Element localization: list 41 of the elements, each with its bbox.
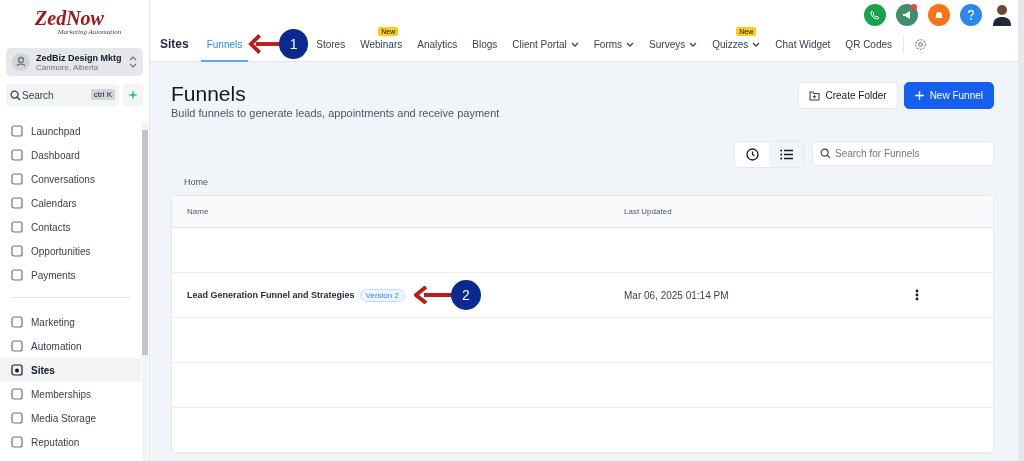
nav-tab[interactable]: QR Codes [845, 26, 893, 62]
new-funnel-button[interactable]: New Funnel [903, 82, 994, 109]
version-tag: Version 2 [359, 288, 405, 302]
callout-number: 2 [450, 280, 481, 310]
nav-tab[interactable]: Client Portal [512, 26, 579, 62]
sidebar-item[interactable]: Marketing [0, 310, 141, 334]
sidebar-item[interactable]: Payments [0, 263, 141, 287]
sidebar-item[interactable]: Reputation [0, 430, 141, 454]
nav-tab[interactable]: Surveys [649, 26, 698, 62]
callout-number: 1 [279, 29, 309, 59]
sidebar-item[interactable]: Memberships [0, 382, 141, 406]
column-header: Last Updated [624, 207, 673, 216]
account-location: Canmore, Alberta [36, 62, 100, 72]
logo-wordmark: ZedNow [35, 8, 104, 28]
sidebar-item[interactable]: Media Storage [0, 406, 141, 430]
create-folder-button[interactable]: Create Folder [797, 82, 898, 109]
sidebar-item[interactable]: Launchpad [0, 119, 141, 143]
nav-tab[interactable]: Chat Widget [775, 26, 831, 62]
nav-tab[interactable]: Blogs [472, 26, 498, 62]
sidebar-item[interactable]: Conversations [0, 167, 141, 191]
sidebar-item[interactable]: Calendars [0, 191, 141, 215]
account-switcher[interactable]: ZedBiz Design Mktg Canmore, Alberta [6, 48, 143, 76]
nav-tab[interactable]: Funnels [200, 26, 249, 62]
nav-tab[interactable]: Stores [316, 26, 346, 62]
sidebar-item[interactable]: Automation [0, 334, 141, 358]
section-title: Sites [160, 37, 189, 51]
account-name: ZedBiz Design Mktg [36, 52, 123, 63]
funnel-name[interactable]: Lead Generation Funnel and Strategies [187, 290, 355, 300]
shortcut-hint: ctrl K [90, 89, 115, 100]
sidebar-item[interactable]: Sites [0, 358, 141, 382]
page-subtitle: Build funnels to generate leads, appointments and receive payment [171, 107, 500, 119]
breadcrumb[interactable]: Home [184, 177, 208, 187]
sidebar-item[interactable]: Opportunities [0, 239, 141, 263]
sidebar-item[interactable]: Contacts [0, 215, 141, 239]
table-cell-text: Mar 06, 2025 01:14 PM [624, 289, 730, 301]
sidebar-item[interactable]: Dashboard [0, 143, 141, 167]
nav-tab[interactable]: Forms [593, 26, 635, 62]
nav-tab[interactable]: Analytics [417, 26, 458, 62]
funnel-search-field[interactable]: Search for Funnels [812, 141, 994, 166]
page-title: Funnels [171, 82, 247, 106]
column-header: Name [186, 207, 210, 216]
